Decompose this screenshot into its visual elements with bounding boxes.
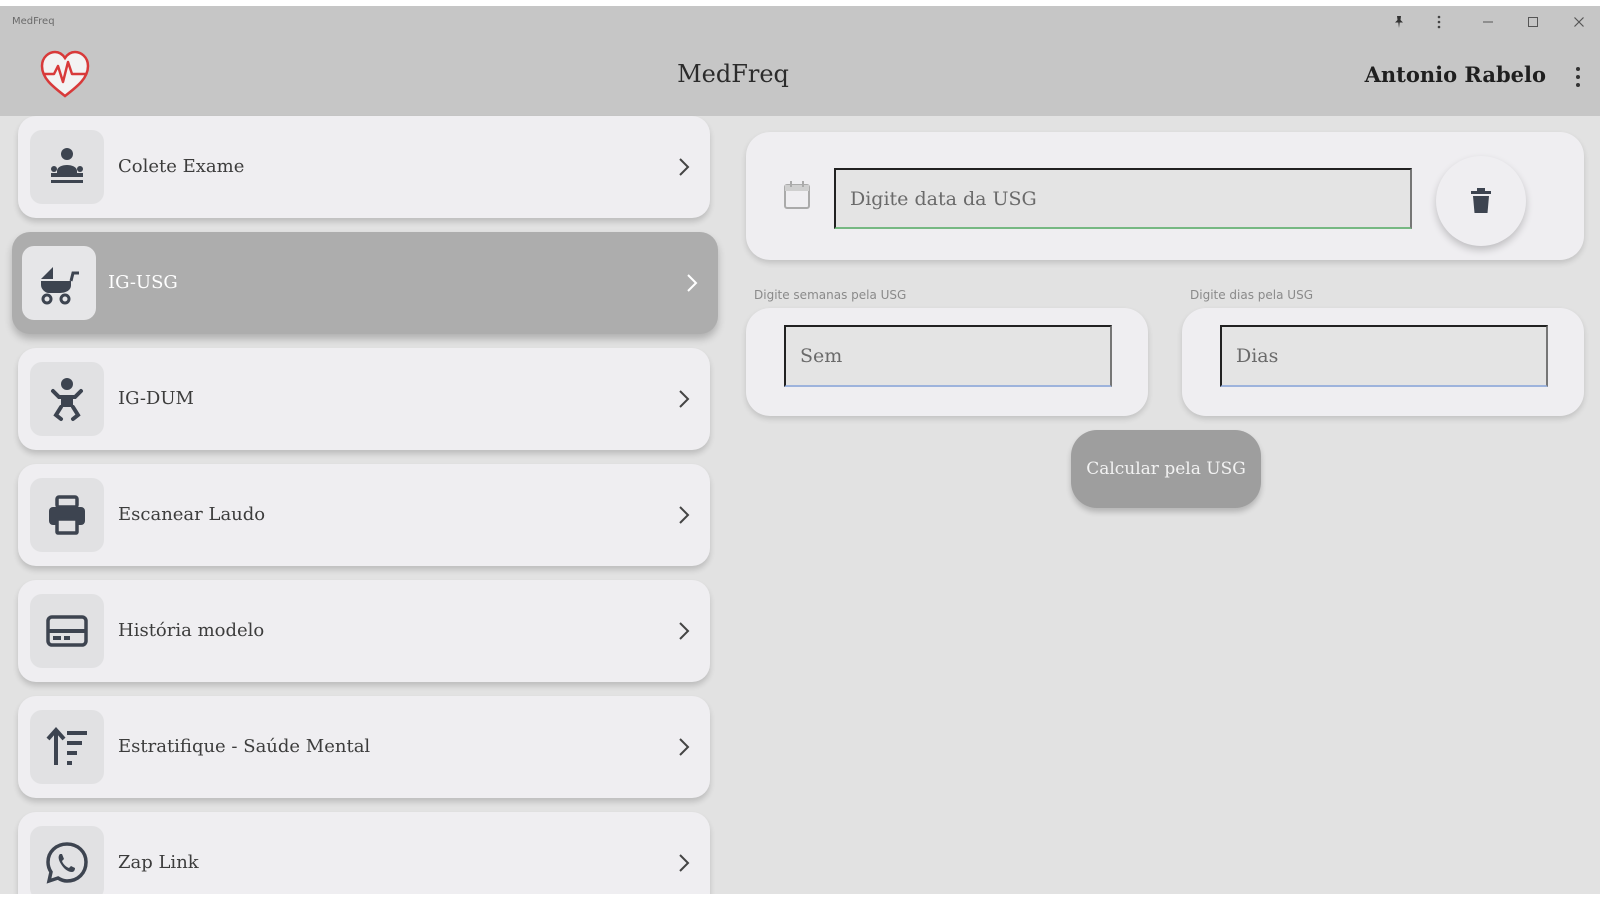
menu-item-historia-modelo[interactable]: História modelo bbox=[18, 580, 710, 682]
usg-days-input[interactable] bbox=[1220, 325, 1548, 387]
clear-date-button[interactable] bbox=[1436, 156, 1526, 246]
pin-icon[interactable] bbox=[1384, 10, 1414, 34]
menu-item-label: IG-USG bbox=[108, 272, 178, 293]
window-title: MedFreq bbox=[12, 16, 55, 27]
usg-date-card bbox=[746, 132, 1584, 260]
window-more-icon[interactable] bbox=[1424, 10, 1454, 34]
menu-item-escanear-laudo[interactable]: Escanear Laudo bbox=[18, 464, 710, 566]
maximize-icon[interactable] bbox=[1518, 10, 1548, 34]
menu-item-label: Colete Exame bbox=[118, 156, 245, 177]
chevron-right-icon bbox=[679, 390, 690, 408]
menu-item-label: Estratifique - Saúde Mental bbox=[118, 736, 371, 757]
patient-exam-icon bbox=[30, 130, 104, 204]
header-menu-icon[interactable] bbox=[1568, 62, 1588, 92]
baby-stroller-icon bbox=[22, 246, 96, 320]
chevron-right-icon bbox=[679, 738, 690, 756]
sort-ascending-icon bbox=[30, 710, 104, 784]
app-window: MedFreq MedFreq Antonio Rabelo Colete Ex… bbox=[0, 6, 1600, 894]
menu-item-ig-dum[interactable]: IG-DUM bbox=[18, 348, 710, 450]
trash-icon bbox=[1471, 188, 1491, 213]
menu-item-colete-exame[interactable]: Colete Exame bbox=[18, 116, 710, 218]
calendar-icon[interactable] bbox=[782, 179, 812, 211]
menu-item-ig-usg[interactable]: IG-USG bbox=[12, 232, 718, 334]
menu-item-label: Escanear Laudo bbox=[118, 504, 266, 525]
chevron-right-icon bbox=[679, 506, 690, 524]
app-header: MedFreq Antonio Rabelo bbox=[0, 36, 1600, 116]
window-titlebar: MedFreq bbox=[0, 6, 1600, 36]
usg-date-input[interactable] bbox=[834, 168, 1412, 229]
calculate-button[interactable]: Calcular pela USG bbox=[1071, 430, 1261, 508]
usg-weeks-input[interactable] bbox=[784, 325, 1112, 387]
days-caption: Digite dias pela USG bbox=[1190, 288, 1313, 302]
menu-item-label: História modelo bbox=[118, 620, 265, 641]
menu-item-label: IG-DUM bbox=[118, 388, 194, 409]
template-card-icon bbox=[30, 594, 104, 668]
chevron-right-icon bbox=[679, 622, 690, 640]
user-name[interactable]: Antonio Rabelo bbox=[1365, 62, 1546, 87]
printer-icon bbox=[30, 478, 104, 552]
usg-weeks-card bbox=[746, 308, 1148, 416]
baby-icon bbox=[30, 362, 104, 436]
menu-item-label: Zap Link bbox=[118, 852, 199, 873]
app-title: MedFreq bbox=[677, 60, 789, 88]
menu-item-estratifique[interactable]: Estratifique - Saúde Mental bbox=[18, 696, 710, 798]
whatsapp-icon bbox=[30, 826, 104, 894]
usg-days-card bbox=[1182, 308, 1584, 416]
minimize-icon[interactable] bbox=[1473, 10, 1503, 34]
weeks-caption: Digite semanas pela USG bbox=[754, 288, 907, 302]
menu-item-zap-link[interactable]: Zap Link bbox=[18, 812, 710, 894]
chevron-right-icon bbox=[687, 274, 698, 292]
chevron-right-icon bbox=[679, 854, 690, 872]
close-icon[interactable] bbox=[1564, 10, 1594, 34]
chevron-right-icon bbox=[679, 158, 690, 176]
